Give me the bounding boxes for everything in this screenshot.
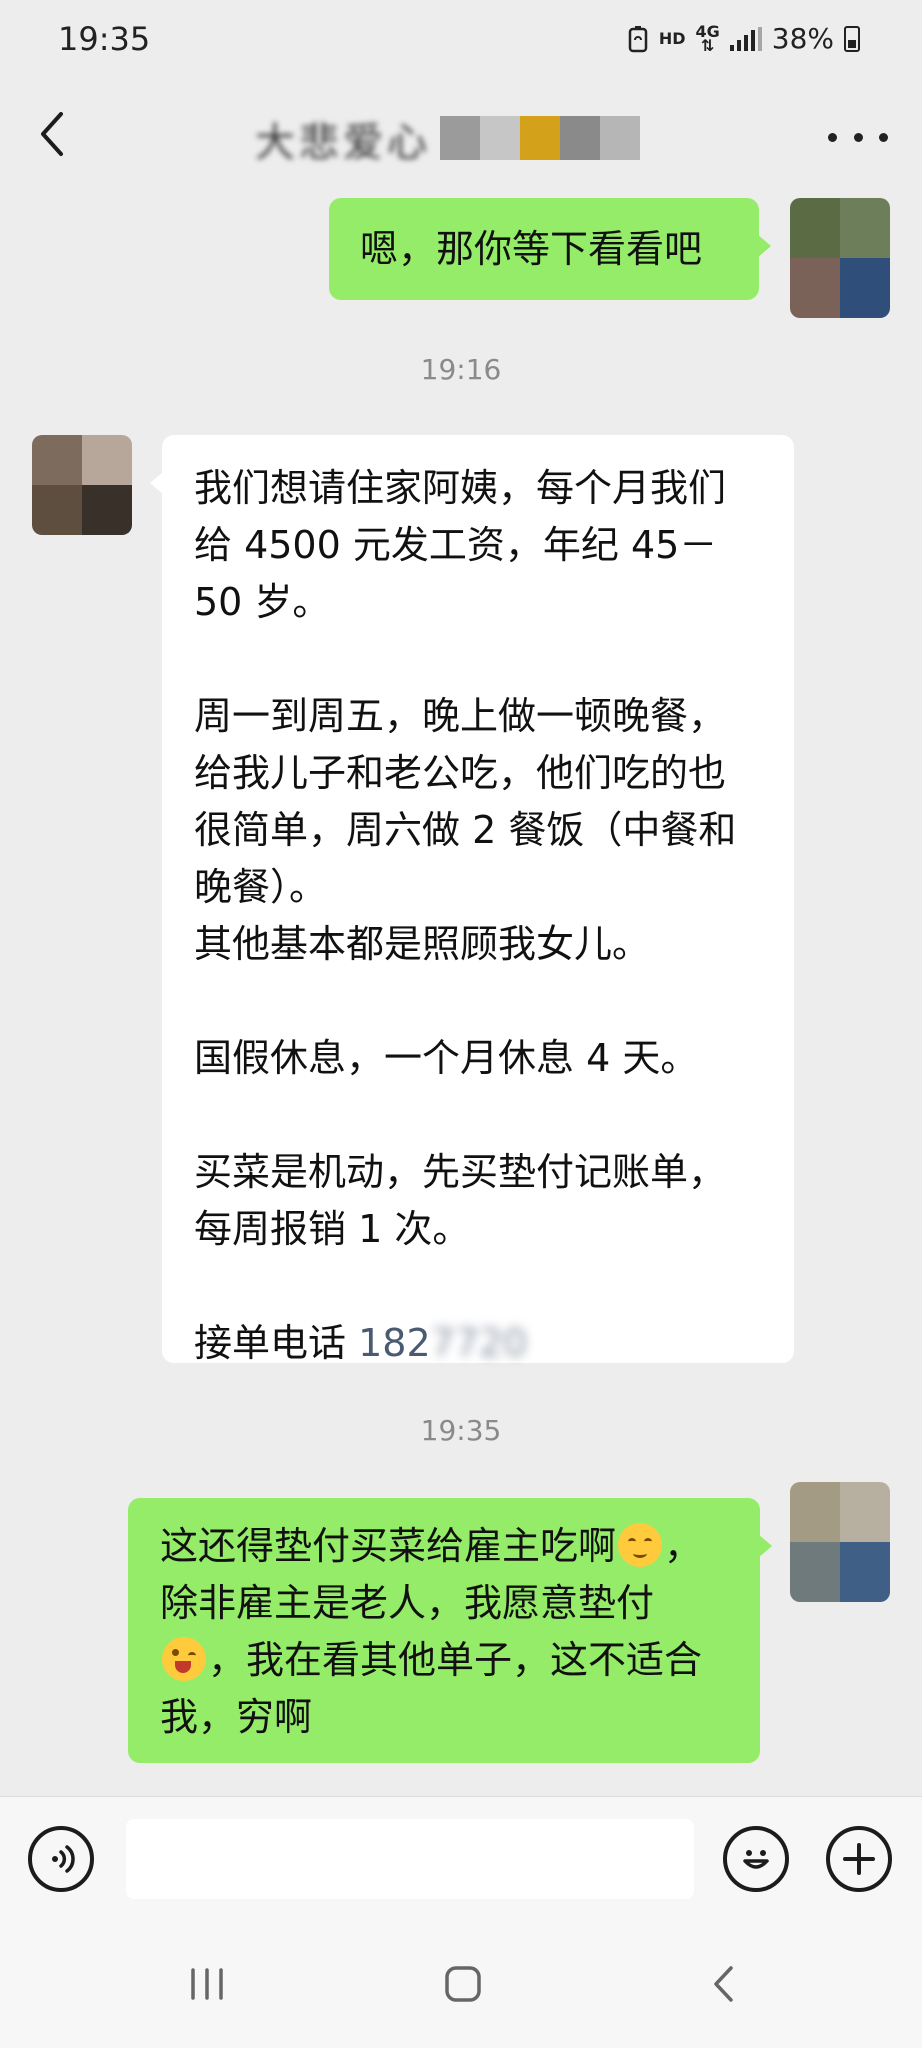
plus-button[interactable] [826, 1826, 892, 1892]
message-line: 给 4500 元发工资，年纪 45－ [194, 523, 718, 567]
message-line: 其他基本都是照顾我女儿。 [194, 922, 651, 966]
hd-badge: HD [658, 28, 686, 48]
message-line: 周一到周五，晚上做一顿晚餐， [194, 694, 727, 738]
message-line: 我们想请住家阿姨，每个月我们 [194, 466, 727, 510]
phone-line: 接单电话 1827720 [194, 1315, 762, 1372]
message-bubble-outgoing[interactable]: 这还得垫付买菜给雇主吃啊 ， 除非雇主是老人，我愿意垫付 ，我在看其他单子，这不适… [128, 1498, 772, 1763]
avatar-contact[interactable] [32, 435, 132, 535]
message-line: 买菜是机动，先买垫付记账单， [194, 1150, 727, 1194]
more-button[interactable] [828, 122, 888, 152]
signal-icon [729, 26, 762, 51]
phone-number-redacted: 7720 [430, 1321, 528, 1365]
voice-icon [52, 1845, 75, 1873]
back-icon [714, 1966, 733, 2002]
smiley-icon [743, 1850, 769, 1869]
message-line: 晚餐）。 [194, 865, 328, 909]
message-line: 给我儿子和老公吃，他们吃的也 [194, 751, 727, 795]
status-icons: HD 4G ⇅ 38% [627, 22, 860, 55]
status-bar: 19:35 HD 4G ⇅ 38% [0, 0, 922, 82]
home-icon [445, 1966, 481, 2002]
more-dots-icon [828, 132, 837, 142]
recents-button[interactable] [167, 1960, 247, 2008]
avatar-self[interactable] [790, 1482, 890, 1602]
message-line: 很简单，周六做 2 餐饭（中餐和 [194, 808, 737, 852]
message-bubble-outgoing[interactable]: 嗯，那你等下看看吧 [329, 198, 771, 300]
message-text: ， [664, 1524, 703, 1568]
battery-percent: 38% [771, 22, 834, 55]
plus-icon [843, 1843, 875, 1875]
relieved-face-icon [618, 1523, 663, 1567]
message-input[interactable] [126, 1819, 694, 1899]
back-button[interactable] [28, 102, 76, 166]
network-type: 4G ⇅ [696, 23, 720, 55]
message-line: 我，穷啊 [160, 1695, 313, 1739]
network-arrows-icon: ⇅ [700, 35, 715, 55]
avatar-self[interactable] [790, 198, 890, 318]
message-text: 这还得垫付买菜给雇主吃啊 [160, 1524, 617, 1568]
voice-button[interactable] [28, 1826, 94, 1892]
message-bubble-incoming[interactable]: 我们想请住家阿姨，每个月我们 给 4500 元发工资，年纪 45－ 50 岁。 … [150, 435, 794, 1365]
message-line: ，我在看其他单子，这不适合 [160, 1632, 728, 1689]
message-line: 除非雇主是老人，我愿意垫付 [160, 1581, 655, 1625]
sync-icon [628, 25, 648, 52]
winking-face-tongue-icon [162, 1637, 206, 1681]
home-button[interactable] [423, 1960, 503, 2008]
message-line: 50 岁。 [194, 580, 331, 624]
input-bar [0, 1796, 922, 1921]
system-back-button[interactable] [683, 1960, 763, 2008]
message-line: 国假休息，一个月休息 4 天。 [194, 1036, 699, 1080]
phone-label: 接单电话 [194, 1321, 347, 1365]
chevron-left-icon [41, 112, 63, 156]
name-mosaic [440, 116, 640, 160]
message-line: 这还得垫付买菜给雇主吃啊 ， [160, 1518, 728, 1575]
timestamp: 19:35 [420, 1414, 502, 1447]
contact-name: 大悲爱心 [255, 120, 431, 166]
timestamp: 19:16 [420, 353, 502, 386]
system-navigation-bar [0, 1920, 922, 2048]
phone-number-link[interactable]: 182 [358, 1321, 431, 1365]
emoji-button[interactable] [723, 1826, 789, 1892]
message-text: 嗯，那你等下看看吧 [360, 227, 703, 271]
message-text: ，我在看其他单子，这不适合 [208, 1638, 703, 1682]
message-line: 每周报销 1 次。 [194, 1207, 471, 1251]
recents-icon [191, 1968, 223, 2000]
battery-icon [844, 25, 860, 52]
status-time: 19:35 [58, 20, 151, 58]
chat-header: 大悲爱心 [0, 82, 922, 190]
